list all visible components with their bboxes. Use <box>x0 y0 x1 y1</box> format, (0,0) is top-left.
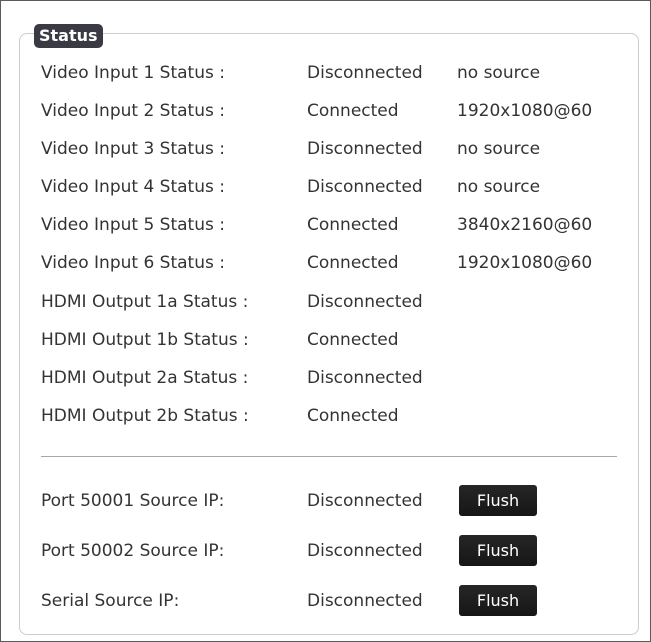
status-label: HDMI Output 2a Status : <box>41 368 249 388</box>
status-value: Disconnected <box>307 368 423 388</box>
source-ip-value: Disconnected <box>307 491 423 511</box>
status-label: HDMI Output 2b Status : <box>41 406 249 426</box>
source-ip-value: Disconnected <box>307 591 423 611</box>
status-resolution: 1920x1080@60 <box>457 101 593 121</box>
status-value: Connected <box>307 406 399 426</box>
source-ip-label: Serial Source IP: <box>41 591 180 611</box>
status-label: Video Input 2 Status : <box>41 101 225 121</box>
status-legend: Status <box>34 24 103 48</box>
status-value: Disconnected <box>307 177 423 197</box>
status-resolution: 1920x1080@60 <box>457 253 593 273</box>
status-resolution: no source <box>457 139 541 159</box>
status-value: Connected <box>307 215 399 235</box>
status-value: Connected <box>307 253 399 273</box>
status-label: Video Input 3 Status : <box>41 139 225 159</box>
status-value: Disconnected <box>307 292 423 312</box>
status-resolution: no source <box>457 63 541 83</box>
source-ip-label: Port 50002 Source IP: <box>41 541 225 561</box>
status-value: Disconnected <box>307 63 423 83</box>
status-label: Video Input 1 Status : <box>41 63 225 83</box>
status-label: Video Input 5 Status : <box>41 215 225 235</box>
source-ip-label: Port 50001 Source IP: <box>41 491 225 511</box>
status-label: Video Input 4 Status : <box>41 177 225 197</box>
section-divider <box>41 456 617 457</box>
status-value: Connected <box>307 330 399 350</box>
status-resolution: 3840x2160@60 <box>457 215 593 235</box>
status-label: Video Input 6 Status : <box>41 253 225 273</box>
flush-button-port-50001[interactable]: Flush <box>459 485 537 516</box>
status-value: Disconnected <box>307 139 423 159</box>
status-value: Connected <box>307 101 399 121</box>
flush-button-serial[interactable]: Flush <box>459 585 537 616</box>
status-label: HDMI Output 1a Status : <box>41 292 249 312</box>
source-ip-value: Disconnected <box>307 541 423 561</box>
status-resolution: no source <box>457 177 541 197</box>
status-label: HDMI Output 1b Status : <box>41 330 249 350</box>
flush-button-port-50002[interactable]: Flush <box>459 535 537 566</box>
